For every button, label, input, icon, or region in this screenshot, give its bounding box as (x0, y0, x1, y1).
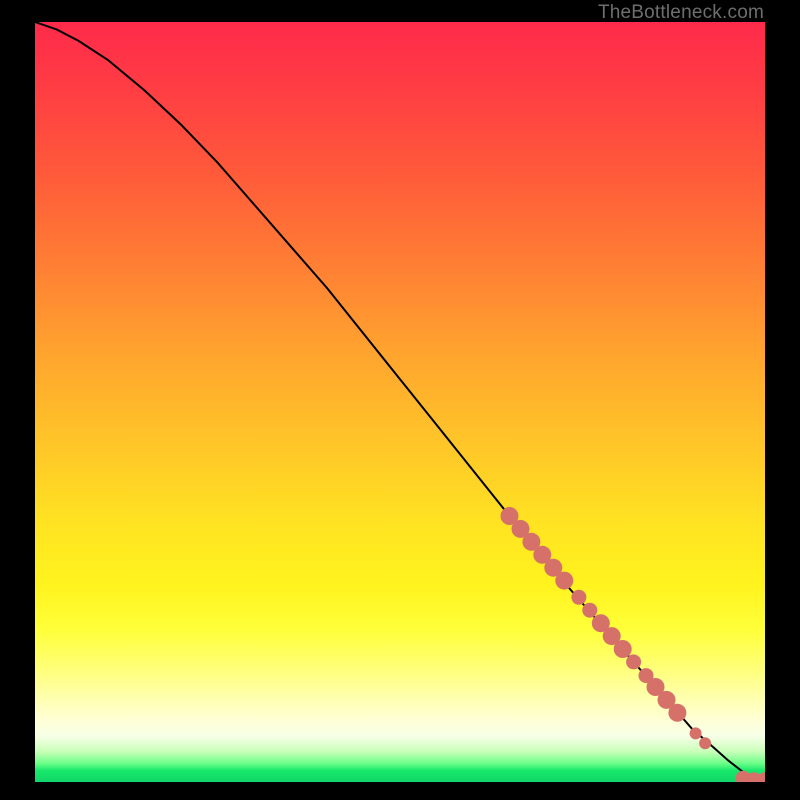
plot-area (35, 22, 765, 782)
chart-frame: TheBottleneck.com (0, 0, 800, 800)
watermark-text: TheBottleneck.com (598, 2, 764, 24)
